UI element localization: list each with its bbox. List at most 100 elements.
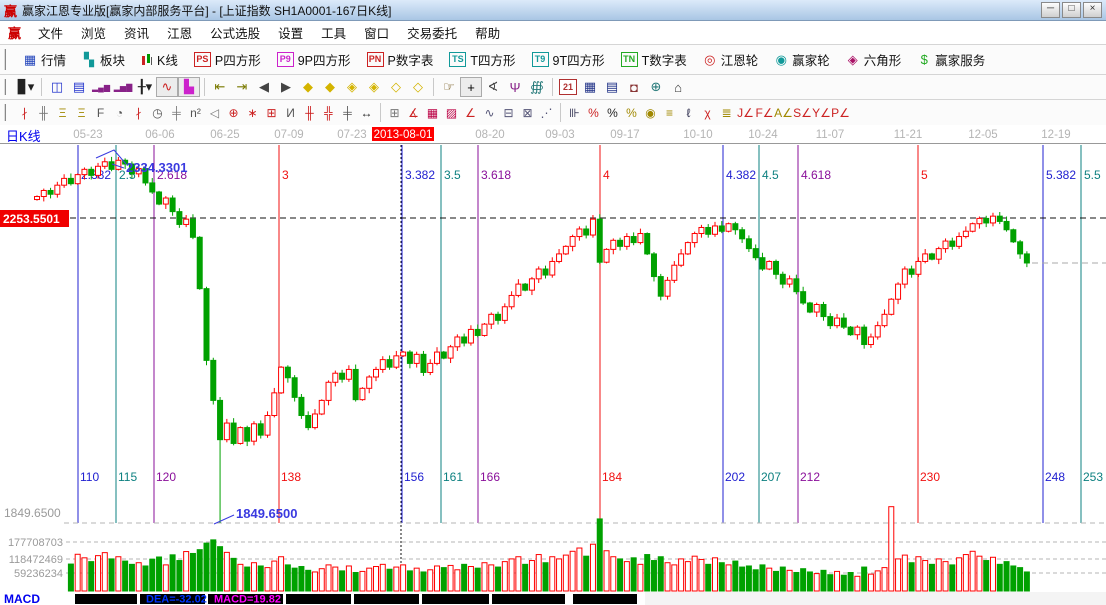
gold-angle-tool-icon[interactable]: A∠ xyxy=(774,103,793,122)
fan-tool-2-icon[interactable]: ∠ xyxy=(461,103,480,122)
toolbar-grip[interactable] xyxy=(4,79,11,96)
wave-mark-tool-icon[interactable]: И xyxy=(281,103,300,122)
menu-item[interactable]: 文件 xyxy=(29,21,72,44)
nav-first-icon[interactable]: ⇤ xyxy=(209,77,231,97)
nav-last-icon[interactable]: ⇥ xyxy=(231,77,253,97)
diag-lines-tool-icon[interactable]: ⋰ xyxy=(537,103,556,122)
winner-wheel-button[interactable]: ◉赢家轮 xyxy=(766,47,838,72)
menu-item[interactable]: 江恩 xyxy=(158,21,201,44)
nav-next-icon[interactable]: ▶ xyxy=(275,77,297,97)
target-tool-icon[interactable]: ⊕ xyxy=(224,103,243,122)
web-tool-icon[interactable]: ∗ xyxy=(243,103,262,122)
bars-9-icon[interactable]: ▂▅▇ xyxy=(112,77,134,97)
ruler-123-tool-icon[interactable]: ╪ xyxy=(338,103,357,122)
shen-angle-tool-icon[interactable]: S∠ xyxy=(793,103,812,122)
n-square-tool-icon[interactable]: n² xyxy=(186,103,205,122)
gold-circle-tool-icon[interactable]: ◉ xyxy=(641,103,660,122)
gold-lines-tool-icon[interactable]: ≡ xyxy=(660,103,679,122)
title-bar[interactable]: 赢 赢家江恩专业版[赢家内部服务平台] - [上证指数 SH1A0001-167… xyxy=(0,0,1106,21)
notes-icon[interactable]: ▤ xyxy=(601,77,623,97)
menu-item[interactable]: 设置 xyxy=(269,21,312,44)
f-fence-tool-icon[interactable]: F xyxy=(91,103,110,122)
panel-label[interactable]: 日K线 xyxy=(6,129,41,144)
span-tool-icon[interactable]: ↔ xyxy=(357,103,376,122)
flag-tool-icon[interactable]: ◁ xyxy=(205,103,224,122)
expand-vertical-icon[interactable]: ◇ xyxy=(385,77,407,97)
period-dropdown-icon[interactable]: ▊▾ xyxy=(15,77,37,97)
win-fence-tool-icon[interactable]: ╬ xyxy=(319,103,338,122)
bars-3-icon[interactable]: ▂▄▆ xyxy=(90,77,112,97)
expand-horizontal-icon[interactable]: ◈ xyxy=(341,77,363,97)
histogram-style-icon[interactable]: ▙ xyxy=(178,77,200,97)
menu-item[interactable]: 帮助 xyxy=(466,21,509,44)
figure-tool-icon[interactable]: χ xyxy=(698,103,717,122)
cycle-clock-tool-icon[interactable]: ◷ xyxy=(148,103,167,122)
toolbar-grip[interactable] xyxy=(4,49,11,69)
info-list-icon[interactable]: ▤ xyxy=(68,77,90,97)
angle-measure-tool-icon[interactable]: ∢ xyxy=(482,77,504,97)
four-angle-tool-icon[interactable]: P∠ xyxy=(831,103,850,122)
gann-wheel-button[interactable]: ◎江恩轮 xyxy=(695,47,767,72)
kline-overlay-icon[interactable]: ∿ xyxy=(156,77,178,97)
p-square-button[interactable]: PSP四方形 xyxy=(186,47,269,72)
kline-button[interactable]: K线 xyxy=(133,47,186,72)
box-grid-tool-icon[interactable]: ⊞ xyxy=(385,103,404,122)
grid-tool-icon[interactable]: ⊟ xyxy=(499,103,518,122)
grid-tool-2-icon[interactable]: ⊠ xyxy=(518,103,537,122)
menu-item[interactable]: 工具 xyxy=(312,21,355,44)
t-number-table-button[interactable]: TNT数字表 xyxy=(613,47,695,72)
gann-tool-teal-icon[interactable]: ∰ xyxy=(526,77,548,97)
win-angle-tool-icon[interactable]: Y∠ xyxy=(812,103,831,122)
wave-tool-icon[interactable]: ∿ xyxy=(480,103,499,122)
grid-box-tool-icon[interactable]: ▦ xyxy=(423,103,442,122)
9t-square-button[interactable]: T99T四方形 xyxy=(524,47,613,72)
menu-item[interactable]: 浏览 xyxy=(72,21,115,44)
save-icon[interactable]: ◘ xyxy=(623,77,645,97)
computer-icon[interactable]: ⌂ xyxy=(667,77,689,97)
fence-tool-icon[interactable]: ╫ xyxy=(34,103,53,122)
close-button[interactable]: × xyxy=(1083,2,1102,18)
dense-fence-tool-icon[interactable]: ╪ xyxy=(167,103,186,122)
spiral-tool-icon[interactable]: ◔ xyxy=(110,103,129,122)
fan-tool-icon[interactable]: ∡ xyxy=(404,103,423,122)
expand-all-icon[interactable]: ◇ xyxy=(407,77,429,97)
gold-fence-1-icon[interactable]: Ξ xyxy=(53,103,72,122)
quotes-button[interactable]: ▦行情 xyxy=(15,47,74,72)
shen-fence-tool-icon[interactable]: ╫ xyxy=(300,103,319,122)
calculator-icon[interactable]: ▦ xyxy=(579,77,601,97)
compress-horizontal-icon[interactable]: ◈ xyxy=(363,77,385,97)
percent-tool-icon[interactable]: % xyxy=(603,103,622,122)
zoom-in-x-icon[interactable]: ◆ xyxy=(319,77,341,97)
toolbar-grip[interactable] xyxy=(4,104,11,122)
web-browser-icon[interactable]: ⊕ xyxy=(645,77,667,97)
candle-style-dropdown-icon[interactable]: ╂▾ xyxy=(134,77,156,97)
9p-square-button[interactable]: P99P四方形 xyxy=(269,47,359,72)
price-list-tool-icon[interactable]: ⊪ xyxy=(565,103,584,122)
chart-window-icon[interactable]: ◫ xyxy=(46,77,68,97)
t-square-button[interactable]: TST四方形 xyxy=(441,47,523,72)
menu-item[interactable]: 资讯 xyxy=(115,21,158,44)
menu-item[interactable]: 交易委托 xyxy=(398,21,466,44)
macd-label[interactable]: MACD xyxy=(4,592,40,605)
kline-chart[interactable]: 日K线05-2306-0606-2507-0907-232013-08-0108… xyxy=(0,125,1106,605)
j-angle-tool-icon[interactable]: J∠ xyxy=(736,103,755,122)
brush-tool-icon[interactable]: ℓ xyxy=(679,103,698,122)
nav-prev-icon[interactable]: ◀ xyxy=(253,77,275,97)
winner-service-button[interactable]: $赢家服务 xyxy=(909,47,993,72)
crosshair-tool-icon[interactable]: + xyxy=(460,77,482,97)
hexagon-button[interactable]: ◈六角形 xyxy=(838,47,910,72)
percent-gold-tool-icon[interactable]: % xyxy=(622,103,641,122)
gold-lines-2-icon[interactable]: ≣ xyxy=(717,103,736,122)
menu-item[interactable]: 窗口 xyxy=(355,21,398,44)
maximize-button[interactable]: □ xyxy=(1062,2,1081,18)
calendar-21-icon[interactable]: 21 xyxy=(557,77,579,97)
pen-tool-icon[interactable]: ∤ xyxy=(15,103,34,122)
zoom-out-x-icon[interactable]: ◆ xyxy=(297,77,319,97)
f-angle-tool-icon[interactable]: F∠ xyxy=(755,103,774,122)
hand-tool-icon[interactable]: ☞ xyxy=(438,77,460,97)
shade-box-tool-icon[interactable]: ▨ xyxy=(442,103,461,122)
grid-web-tool-icon[interactable]: ⊞ xyxy=(262,103,281,122)
minimize-button[interactable]: ─ xyxy=(1041,2,1060,18)
marker-tool-icon[interactable]: ∤ xyxy=(129,103,148,122)
menu-item[interactable]: 公式选股 xyxy=(201,21,269,44)
